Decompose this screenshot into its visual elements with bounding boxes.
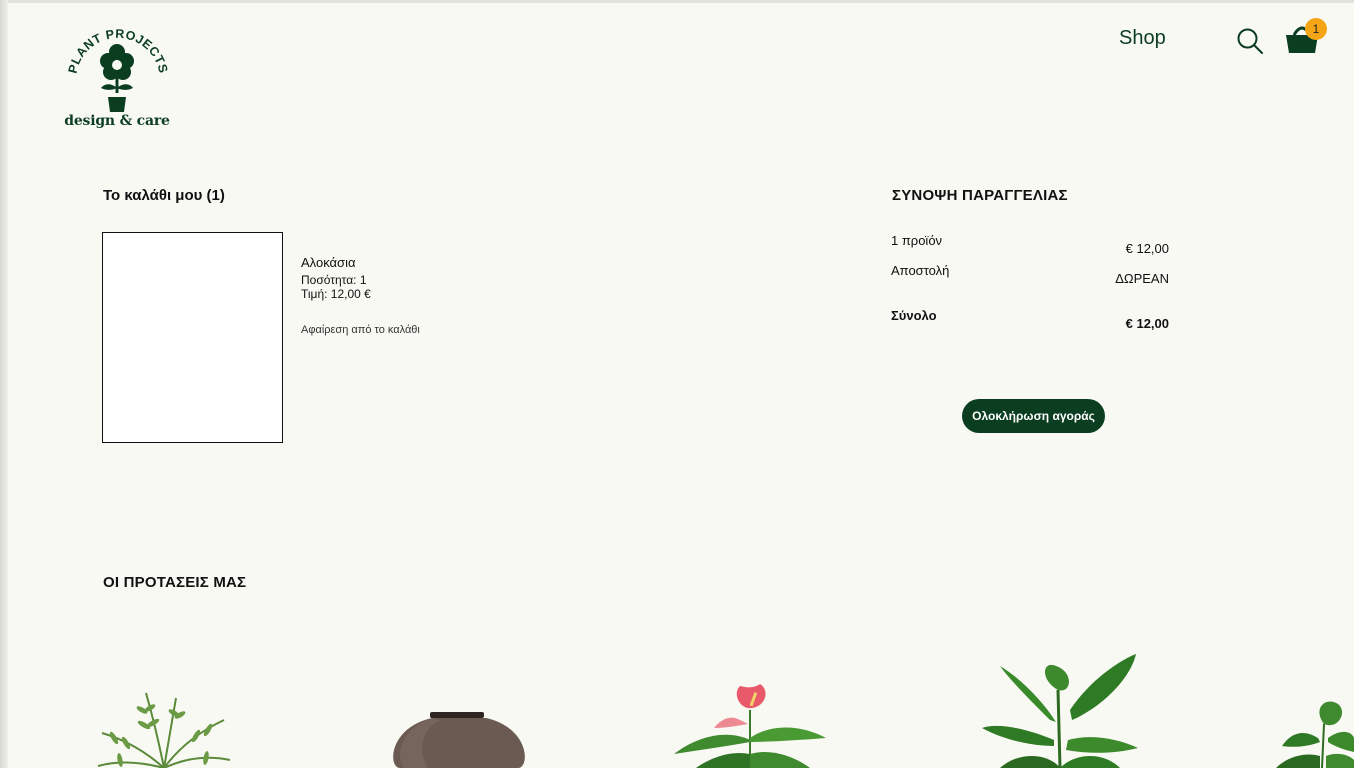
brand-logo[interactable]: PLANT PROJECTS design & care	[64, 22, 170, 136]
cart-title: Το καλάθι μου (1)	[103, 187, 225, 204]
fern-plant-icon	[97, 692, 231, 768]
recommendation-item-pot[interactable]	[388, 708, 530, 768]
order-summary-title: ΣΥΝΟΨΗ ΠΑΡΑΓΓΕΛΙΑΣ	[892, 187, 1068, 204]
product-name[interactable]: Αλοκάσια	[301, 255, 356, 270]
summary-total-label: Σύνολο	[891, 308, 937, 323]
search-icon	[1237, 28, 1263, 54]
recommendations-title: ΟΙ ΠΡΟΤΑΣΕΙΣ ΜΑΣ	[103, 574, 247, 591]
product-quantity: Ποσότητα: 1	[301, 273, 367, 287]
summary-total-value: € 12,00	[1125, 316, 1169, 331]
nav-shop-link[interactable]: Shop	[1119, 27, 1166, 50]
summary-items-value: € 12,00	[1125, 241, 1169, 256]
ceramic-pot-icon	[393, 712, 525, 768]
remove-from-cart-link[interactable]: Αφαίρεση από το καλάθι	[301, 324, 420, 336]
window-left-edge	[0, 0, 8, 768]
recommendation-item-fern[interactable]	[96, 688, 232, 768]
anthurium-plant-icon	[674, 684, 826, 768]
cart-count-badge: 1	[1305, 18, 1327, 40]
logo-tagline: design & care	[64, 113, 170, 129]
summary-items-label: 1 προϊόν	[891, 233, 943, 248]
checkout-button[interactable]: Ολοκλήρωση αγοράς	[962, 399, 1105, 433]
recommendation-item-leafy-plant[interactable]	[1272, 694, 1354, 768]
strelitzia-plant-icon	[982, 654, 1138, 768]
flower-pot-logo-icon: PLANT PROJECTS	[66, 27, 170, 112]
product-price: Τιμή: 12,00 €	[301, 287, 371, 301]
recommendation-item-strelitzia[interactable]	[980, 650, 1140, 768]
window-top-edge	[0, 0, 1354, 3]
summary-shipping-label: Αποστολή	[891, 263, 950, 278]
search-button[interactable]	[1236, 27, 1264, 55]
leafy-plant-icon	[1276, 701, 1354, 768]
product-image[interactable]	[102, 232, 283, 443]
summary-shipping-value: ΔΩΡΕΑΝ	[1115, 271, 1169, 286]
recommendation-item-anthurium[interactable]	[670, 680, 830, 768]
